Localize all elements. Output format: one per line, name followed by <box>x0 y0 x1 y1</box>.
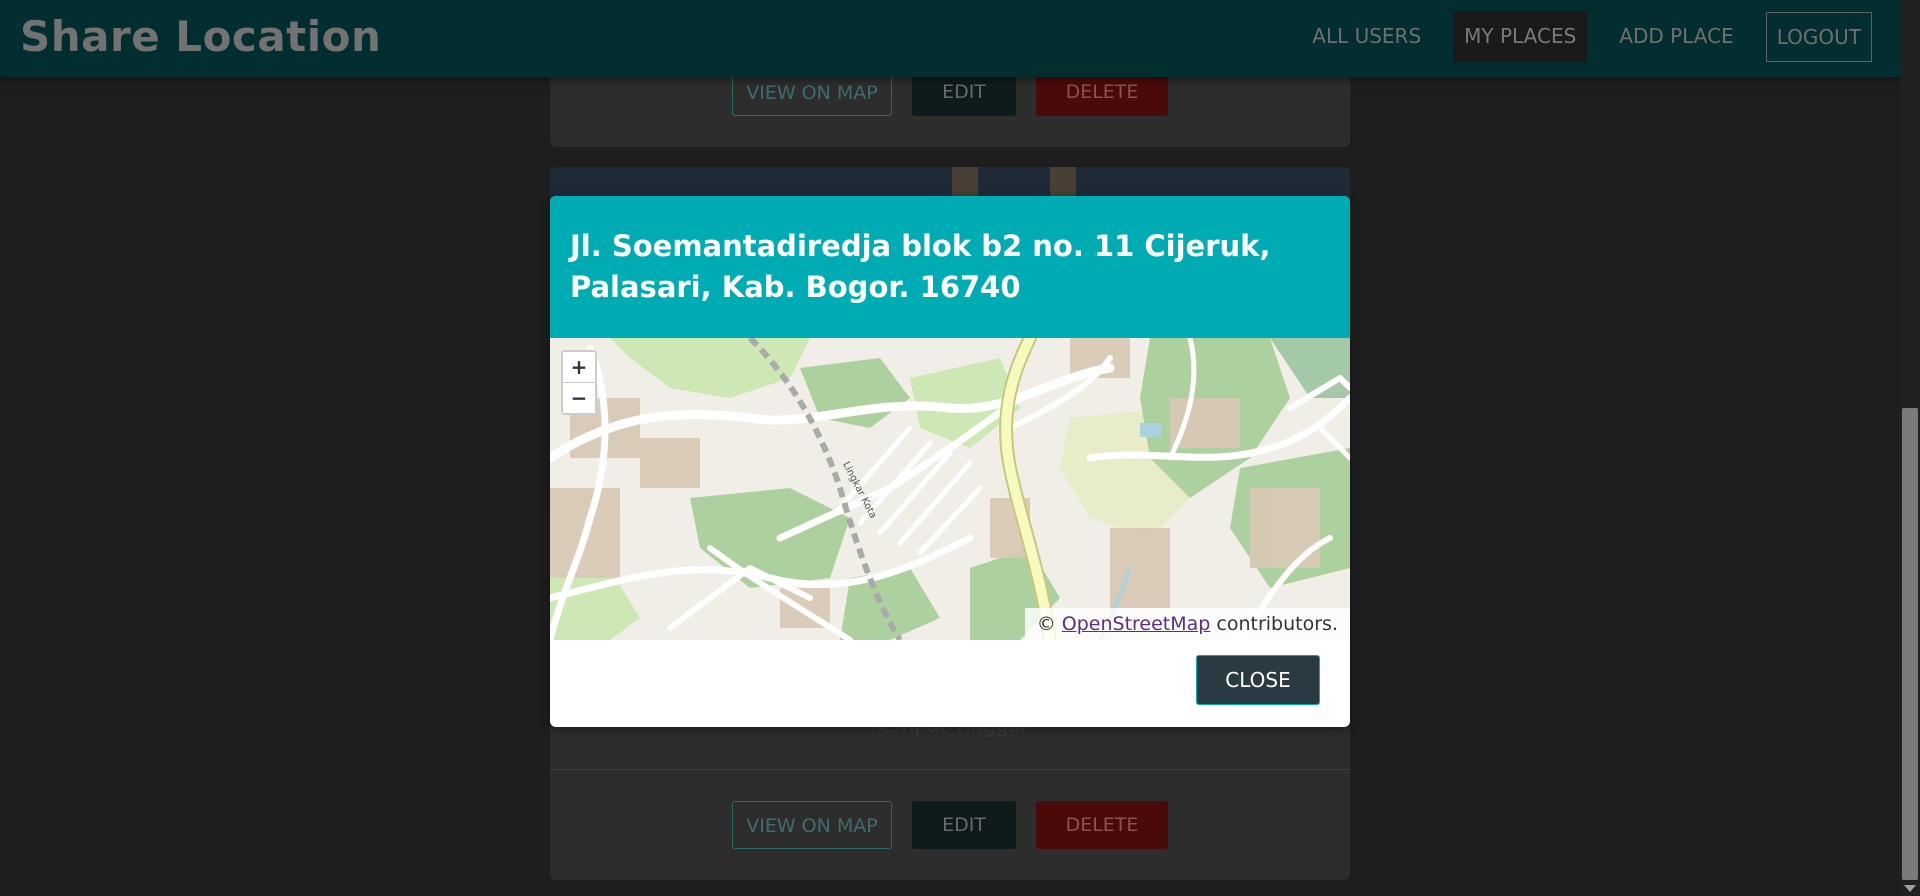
place-image <box>550 167 1350 197</box>
modal-footer: CLOSE <box>550 640 1350 727</box>
map-attribution: © OpenStreetMap contributors. <box>1024 608 1350 640</box>
map-view[interactable]: Lingkar Kota + − © OpenStreetMap contrib… <box>550 338 1350 640</box>
edit-button[interactable]: EDIT <box>912 801 1016 849</box>
modal-title: Jl. Soemantadiredja blok b2 no. 11 Cijer… <box>570 229 1271 304</box>
brand-logo[interactable]: Share Location <box>20 12 381 61</box>
place-image-detail <box>1050 167 1076 197</box>
zoom-control: + − <box>561 350 597 415</box>
main-nav: ALL USERS MY PLACES ADD PLACE LOGOUT <box>1280 11 1872 62</box>
card-divider <box>550 769 1350 770</box>
nav-add-place[interactable]: ADD PLACE <box>1608 11 1744 62</box>
place-card-actions: VIEW ON MAP EDIT DELETE <box>550 801 1350 849</box>
nav-all-users[interactable]: ALL USERS <box>1301 11 1432 62</box>
app-header: Share Location ALL USERS MY PLACES ADD P… <box>0 0 1900 77</box>
attribution-suffix: contributors. <box>1216 613 1338 635</box>
delete-button[interactable]: DELETE <box>1036 801 1168 849</box>
close-button[interactable]: CLOSE <box>1196 655 1320 705</box>
map-tiles[interactable] <box>550 338 1350 640</box>
place-image-detail <box>952 167 978 197</box>
zoom-out-button[interactable]: − <box>563 382 595 413</box>
scrollbar-thumb[interactable] <box>1902 408 1918 880</box>
attribution-prefix: © <box>1036 613 1056 635</box>
map-modal: Jl. Soemantadiredja blok b2 no. 11 Cijer… <box>550 196 1350 727</box>
logout-button[interactable]: LOGOUT <box>1765 11 1872 62</box>
scroll-down-arrow-icon[interactable] <box>1904 885 1916 892</box>
page-scrollbar[interactable] <box>1900 0 1920 896</box>
view-on-map-button[interactable]: VIEW ON MAP <box>732 801 892 849</box>
openstreetmap-link[interactable]: OpenStreetMap <box>1062 613 1211 635</box>
zoom-in-button[interactable]: + <box>563 352 595 382</box>
nav-my-places[interactable]: MY PLACES <box>1453 11 1588 62</box>
modal-header: Jl. Soemantadiredja blok b2 no. 11 Cijer… <box>550 196 1350 338</box>
